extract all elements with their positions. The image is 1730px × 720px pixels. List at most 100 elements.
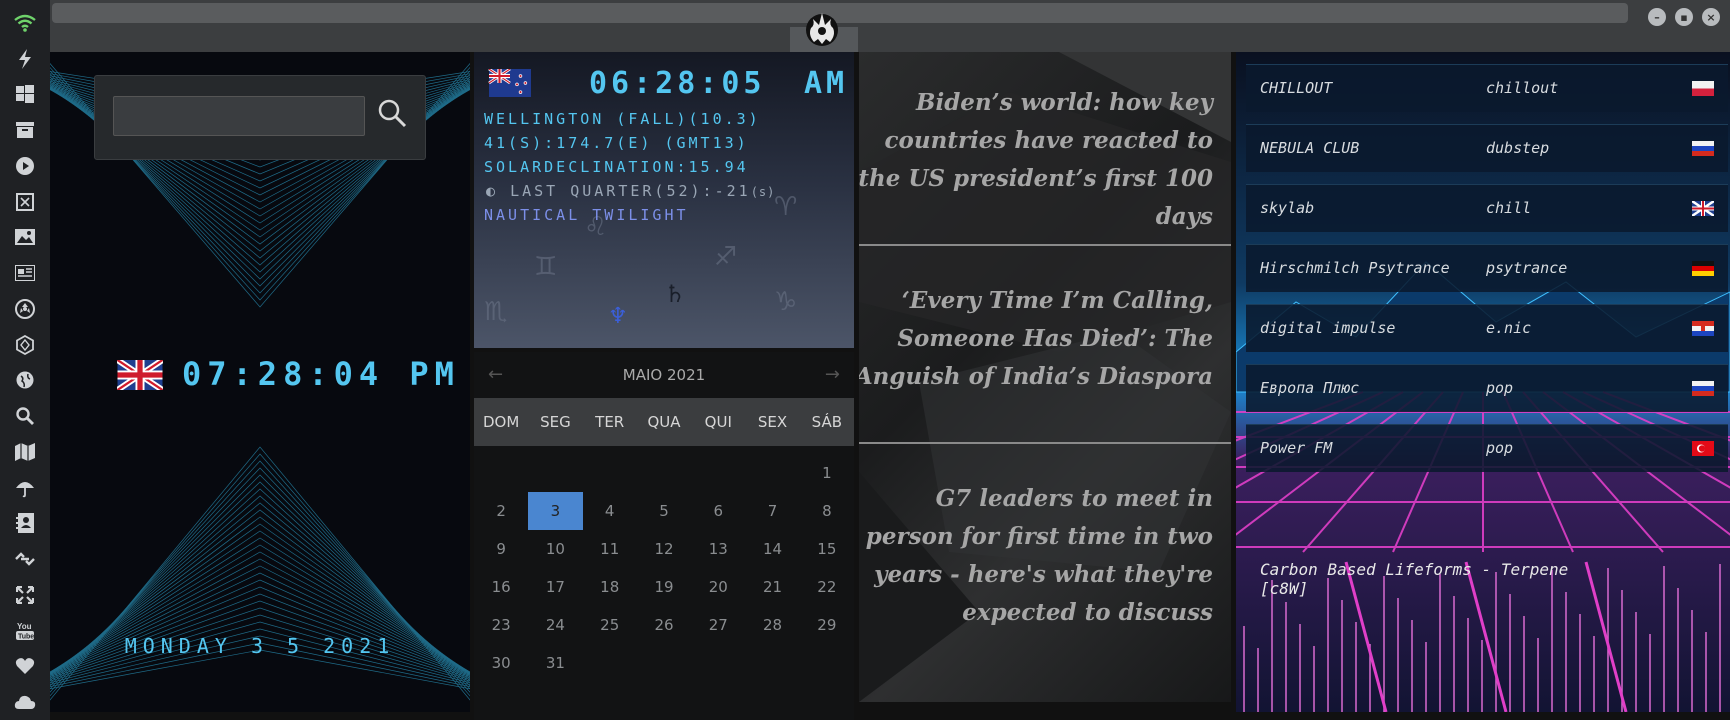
calendar-day-today[interactable]: 3 bbox=[528, 492, 583, 530]
contacts-icon[interactable] bbox=[12, 511, 38, 537]
cloud-icon[interactable] bbox=[12, 689, 38, 715]
radio-station-row[interactable]: CHILLOUT chillout bbox=[1246, 64, 1728, 112]
image-icon[interactable] bbox=[12, 225, 38, 251]
minimize-button[interactable]: – bbox=[1648, 8, 1666, 26]
calendar-day[interactable]: 5 bbox=[637, 492, 691, 530]
station-name: CHILLOUT bbox=[1260, 79, 1333, 97]
zodiac-glyph: ♐ bbox=[714, 242, 738, 272]
calendar-day[interactable]: 30 bbox=[474, 644, 528, 682]
radio-station-row[interactable]: skylab chill bbox=[1246, 184, 1728, 232]
maximize-button[interactable]: ▪ bbox=[1675, 8, 1693, 26]
calendar-day[interactable]: 17 bbox=[528, 568, 582, 606]
news-icon[interactable] bbox=[12, 260, 38, 286]
calendar-day[interactable]: 14 bbox=[745, 530, 799, 568]
book-icon[interactable] bbox=[12, 189, 38, 215]
search-input[interactable] bbox=[113, 96, 365, 136]
calendar-day[interactable]: 24 bbox=[528, 606, 582, 644]
calendar-day[interactable]: 9 bbox=[474, 530, 528, 568]
link-icon[interactable] bbox=[12, 546, 38, 572]
hexagon-icon[interactable] bbox=[12, 332, 38, 358]
weekday-label: SEX bbox=[757, 413, 788, 431]
nz-flag-icon bbox=[488, 69, 531, 97]
radio-station-row[interactable]: Hirschmilch Psytrance psytrance bbox=[1246, 244, 1728, 292]
station-name: Power FM bbox=[1260, 439, 1333, 457]
play-icon[interactable] bbox=[12, 153, 38, 179]
calendar-day[interactable]: 21 bbox=[745, 568, 799, 606]
radio-panel: CHILLOUT chillout NEBULA CLUB dubstep skylab… bbox=[1236, 52, 1730, 712]
radio-station-row[interactable]: NEBULA CLUB dubstep bbox=[1246, 124, 1728, 172]
radio-station-row[interactable]: digital impulse e.nic bbox=[1246, 304, 1728, 352]
station-genre: chill bbox=[1486, 199, 1532, 217]
calendar-day[interactable]: 10 bbox=[528, 530, 582, 568]
nz-time: 06:28:05 bbox=[589, 66, 766, 101]
neptune-icon: ♆ bbox=[608, 304, 628, 329]
weekday-label: SEG bbox=[540, 413, 571, 431]
expand-icon[interactable] bbox=[12, 582, 38, 608]
power-icon[interactable] bbox=[12, 46, 38, 72]
calendar-day[interactable]: 25 bbox=[583, 606, 637, 644]
calendar-day[interactable]: 1 bbox=[800, 454, 854, 492]
youtube-icon[interactable]: You Tube bbox=[12, 618, 38, 644]
calendar-day[interactable]: 7 bbox=[745, 492, 799, 530]
calendar-day[interactable]: 8 bbox=[800, 492, 854, 530]
map-icon[interactable] bbox=[12, 439, 38, 465]
calendar-day-empty bbox=[528, 454, 582, 492]
calendar-day[interactable]: 23 bbox=[474, 606, 528, 644]
calendar-day[interactable]: 15 bbox=[800, 530, 854, 568]
calendar-day[interactable]: 20 bbox=[691, 568, 745, 606]
news-headline[interactable]: ‘Every Time I’m Calling, Someone Has Die… bbox=[859, 282, 1213, 396]
saturn-icon: ♄ bbox=[664, 280, 686, 308]
search-icon[interactable] bbox=[377, 98, 407, 128]
calendar-day[interactable]: 2 bbox=[474, 492, 528, 530]
calendar-day[interactable]: 12 bbox=[637, 530, 691, 568]
wifi-icon[interactable] bbox=[12, 10, 38, 36]
station-genre: dubstep bbox=[1486, 139, 1550, 157]
windows-icon[interactable] bbox=[12, 82, 38, 108]
svg-text:Tube: Tube bbox=[18, 633, 34, 640]
search-icon[interactable] bbox=[12, 403, 38, 429]
calendar-day[interactable]: 4 bbox=[583, 492, 637, 530]
archive-icon[interactable] bbox=[12, 117, 38, 143]
calendar-day[interactable]: 26 bbox=[637, 606, 691, 644]
zodiac-glyph: ♊ bbox=[534, 252, 558, 282]
calendar-day[interactable]: 31 bbox=[528, 644, 582, 682]
radio-station-row[interactable]: Европа Плюс pop bbox=[1246, 364, 1728, 412]
calendar-day-empty bbox=[583, 454, 637, 492]
station-name: Hirschmilch Psytrance bbox=[1260, 259, 1450, 277]
calendar-day[interactable]: 18 bbox=[583, 568, 637, 606]
zodiac-glyph: ♑ bbox=[774, 287, 798, 317]
calendar-day[interactable]: 28 bbox=[745, 606, 799, 644]
news-headline[interactable]: Biden’s world: how key countries have re… bbox=[859, 84, 1213, 236]
solar-declination-line: SOLARDECLINATION:15.94 bbox=[484, 158, 749, 176]
weekday-label: QUA bbox=[647, 413, 681, 431]
zodiac-glyph: ♏ bbox=[484, 297, 508, 327]
local-time: 07:28:04 PM bbox=[182, 355, 460, 393]
rebel-alliance-logo bbox=[806, 13, 838, 46]
radiation-icon[interactable] bbox=[12, 296, 38, 322]
calendar-day[interactable]: 16 bbox=[474, 568, 528, 606]
calendar-next-button[interactable]: → bbox=[825, 352, 840, 398]
heart-icon[interactable] bbox=[12, 654, 38, 680]
de-flag-icon bbox=[1692, 261, 1714, 276]
tr-flag-icon bbox=[1692, 441, 1714, 456]
calendar-day[interactable]: 29 bbox=[800, 606, 854, 644]
calendar-day[interactable]: 13 bbox=[691, 530, 745, 568]
local-clock-panel: 07:28:04 PM MONDAY 3 5 2021 bbox=[50, 52, 470, 712]
desktop-app: You Tube – ▪ × 07:28:04 PM MONDAY 3 5 20… bbox=[0, 0, 1730, 720]
hr-flag-icon bbox=[1692, 321, 1714, 336]
news-panel: Biden’s world: how key countries have re… bbox=[859, 52, 1231, 702]
calendar-day[interactable]: 22 bbox=[800, 568, 854, 606]
ru-flag-icon bbox=[1692, 141, 1714, 156]
station-name: Европа Плюс bbox=[1260, 379, 1360, 397]
calendar-day[interactable]: 6 bbox=[691, 492, 745, 530]
radio-station-row[interactable]: Power FM pop bbox=[1246, 424, 1728, 472]
news-headline[interactable]: G7 leaders to meet in person for first t… bbox=[859, 480, 1213, 632]
calendar-prev-button[interactable]: ← bbox=[488, 352, 503, 398]
calendar-day[interactable]: 27 bbox=[691, 606, 745, 644]
calendar-day[interactable]: 19 bbox=[637, 568, 691, 606]
globe-icon[interactable] bbox=[12, 368, 38, 394]
close-button[interactable]: × bbox=[1702, 8, 1720, 26]
umbrella-icon[interactable] bbox=[12, 475, 38, 501]
calendar-day[interactable]: 11 bbox=[583, 530, 637, 568]
station-name: skylab bbox=[1260, 199, 1315, 217]
